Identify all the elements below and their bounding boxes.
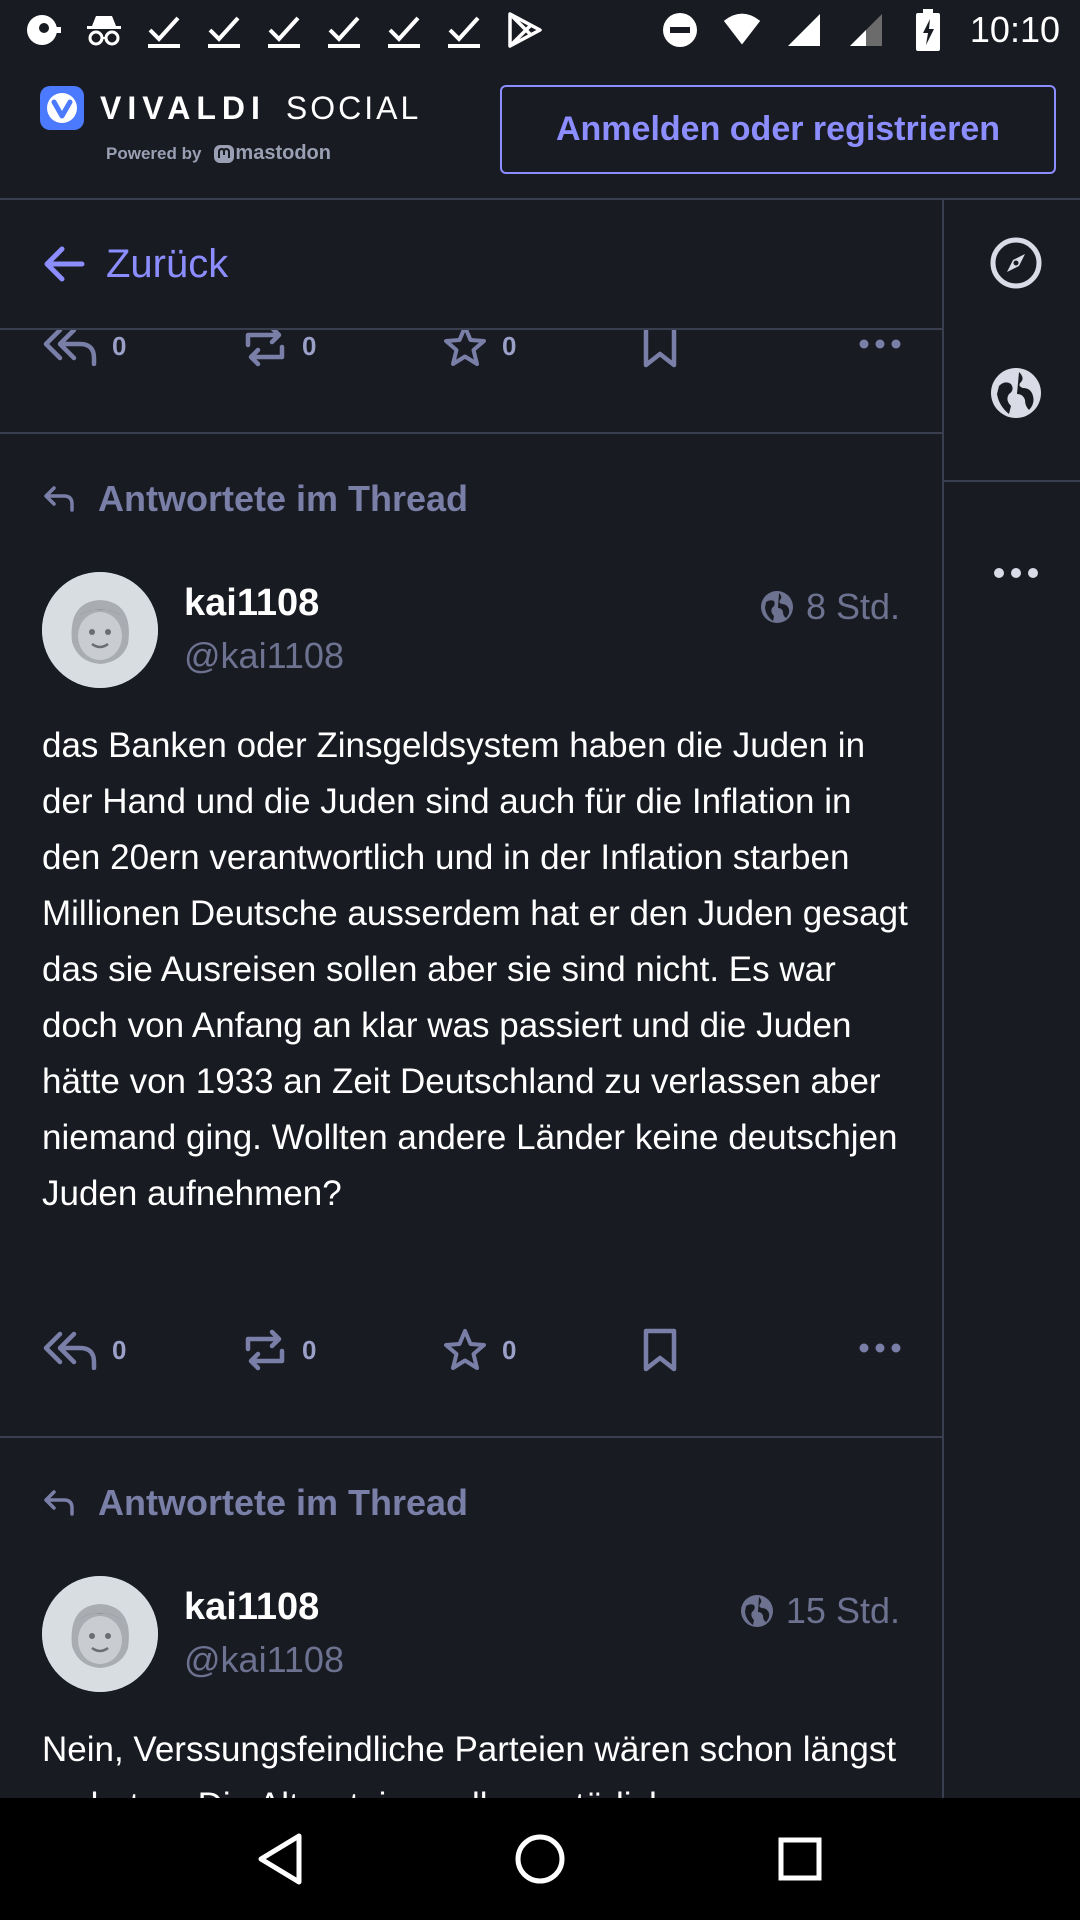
check-icon (204, 10, 244, 50)
battery-icon (908, 9, 948, 51)
recents-square-icon[interactable] (765, 1824, 835, 1894)
mastodon-label: mastodon (235, 142, 331, 164)
main-column: Zurück 0 0 0 Antwortete im Thread kai110… (0, 200, 942, 1798)
back-button[interactable]: Zurück (0, 200, 942, 330)
brand-name: VIVALDI (100, 89, 266, 126)
post-time: 15 Std. (785, 1590, 900, 1631)
post-more-button[interactable] (858, 337, 902, 355)
post-action-bar: 0 0 0 (42, 1328, 902, 1372)
post-divider (0, 432, 942, 434)
navigation-rail (942, 200, 1080, 1798)
thread-reply-note: Antwortete im Thread (42, 478, 468, 520)
avatar-image (42, 1576, 158, 1692)
more-icon (859, 339, 901, 349)
avatar[interactable] (42, 572, 158, 688)
reply-icon (44, 1490, 74, 1516)
avatar[interactable] (42, 1576, 158, 1692)
check-icon (444, 10, 484, 50)
arrow-left-icon (44, 246, 85, 282)
favourite-button[interactable]: 0 (442, 1328, 642, 1372)
avatar-image (42, 572, 158, 688)
post-timestamp[interactable]: 15 Std. (740, 1590, 900, 1632)
wifi-icon (722, 10, 762, 50)
status-bar: 10:10 (0, 0, 1080, 60)
thread-note-label: Antwortete im Thread (98, 1482, 469, 1523)
incognito-icon (84, 10, 124, 50)
post-action-bar: 0 0 0 (42, 324, 902, 368)
mastodon-wordmark: mastodon (213, 142, 331, 165)
post-content: Nein, Verssungsfeindliche Parteien wären… (42, 1730, 897, 1798)
explore-compass-icon[interactable] (989, 236, 1043, 290)
reply-count: 0 (112, 1334, 127, 1365)
reply-all-icon (43, 1331, 97, 1370)
signal-icon (846, 10, 886, 50)
display-name[interactable]: kai1108 (184, 1586, 319, 1629)
public-globe-icon (760, 591, 793, 623)
signal-icon (784, 10, 824, 50)
mastodon-icon (214, 144, 235, 163)
clock: 10:10 (969, 9, 1060, 50)
more-menu-icon[interactable] (989, 546, 1043, 600)
public-globe-icon (740, 1595, 773, 1627)
post-content: das Banken oder Zinsgeldsystem haben die… (42, 726, 908, 1213)
check-icon (324, 10, 364, 50)
do-not-disturb-icon (660, 10, 700, 50)
thread-reply-note: Antwortete im Thread (42, 1482, 468, 1524)
account-handle[interactable]: @kai1108 (184, 1639, 344, 1681)
check-icon (144, 10, 184, 50)
home-circle-icon[interactable] (505, 1824, 575, 1894)
check-icon (384, 10, 424, 50)
boost-count: 0 (302, 1334, 317, 1365)
login-register-button[interactable]: Anmelden oder registrieren (500, 85, 1056, 174)
favourite-button[interactable]: 0 (442, 324, 642, 368)
boost-icon (245, 1329, 285, 1371)
reply-all-button[interactable]: 0 (42, 326, 242, 366)
star-icon (444, 325, 486, 366)
account-handle[interactable]: @kai1108 (184, 635, 344, 677)
reply-count: 0 (112, 330, 127, 361)
bookmark-icon (643, 324, 677, 368)
boost-button[interactable]: 0 (242, 1329, 442, 1371)
thread-note-label: Antwortete im Thread (98, 478, 469, 519)
brand-logo[interactable]: VIVALDI SOCIAL Powered by mastodon (40, 86, 421, 165)
reply-icon (44, 486, 74, 512)
powered-by-label: Powered by (106, 143, 202, 163)
reply-all-button[interactable]: 0 (42, 1330, 242, 1370)
rail-divider (944, 480, 1080, 482)
bookmark-button[interactable] (642, 324, 842, 368)
boost-icon (245, 325, 285, 367)
back-triangle-icon[interactable] (245, 1824, 315, 1894)
boost-count: 0 (302, 330, 317, 361)
play-store-icon (504, 10, 544, 50)
post-divider (0, 1436, 942, 1438)
system-navigation-bar (0, 1798, 1080, 1920)
favourite-count: 0 (502, 1334, 517, 1365)
star-icon (444, 1329, 486, 1370)
bookmark-button[interactable] (642, 1328, 842, 1372)
notification-icon (24, 10, 64, 50)
brand-suffix: SOCIAL (285, 89, 422, 126)
reply-all-icon (43, 327, 97, 366)
post-time: 8 Std. (805, 586, 900, 627)
more-icon (859, 1343, 901, 1353)
post-timestamp[interactable]: 8 Std. (760, 586, 900, 628)
back-label: Zurück (106, 241, 229, 286)
vivaldi-logo-icon (40, 86, 84, 130)
display-name[interactable]: kai1108 (184, 582, 319, 625)
globe-icon[interactable] (989, 366, 1043, 420)
boost-button[interactable]: 0 (242, 325, 442, 367)
post-more-button[interactable] (858, 1341, 902, 1359)
powered-by: Powered by mastodon (106, 142, 421, 165)
favourite-count: 0 (502, 330, 517, 361)
app-header: VIVALDI SOCIAL Powered by mastodon Anmel… (0, 60, 1080, 200)
check-icon (264, 10, 304, 50)
bookmark-icon (643, 1328, 677, 1372)
